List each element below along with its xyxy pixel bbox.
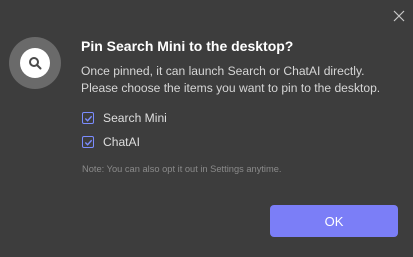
option-label: ChatAI (103, 135, 140, 149)
settings-note: Note: You can also opt it out in Setting… (82, 164, 282, 174)
checkbox-chatai[interactable] (82, 136, 94, 148)
option-search-mini[interactable]: Search Mini (82, 110, 167, 126)
dialog-description: Once pinned, it can launch Search or Cha… (81, 63, 406, 97)
ok-button[interactable]: OK (270, 205, 398, 237)
app-logo (9, 37, 61, 89)
close-button[interactable] (389, 6, 409, 26)
search-icon (20, 48, 50, 78)
description-line-2: Please choose the items you want to pin … (81, 81, 381, 95)
checkmark-icon (84, 115, 92, 122)
description-line-1: Once pinned, it can launch Search or Cha… (81, 64, 365, 78)
option-chatai[interactable]: ChatAI (82, 134, 140, 150)
checkbox-search-mini[interactable] (82, 112, 94, 124)
close-icon (393, 10, 405, 22)
pin-dialog: Pin Search Mini to the desktop? Once pin… (0, 0, 413, 257)
checkmark-icon (84, 139, 92, 146)
option-label: Search Mini (103, 111, 167, 125)
dialog-title: Pin Search Mini to the desktop? (81, 38, 294, 54)
